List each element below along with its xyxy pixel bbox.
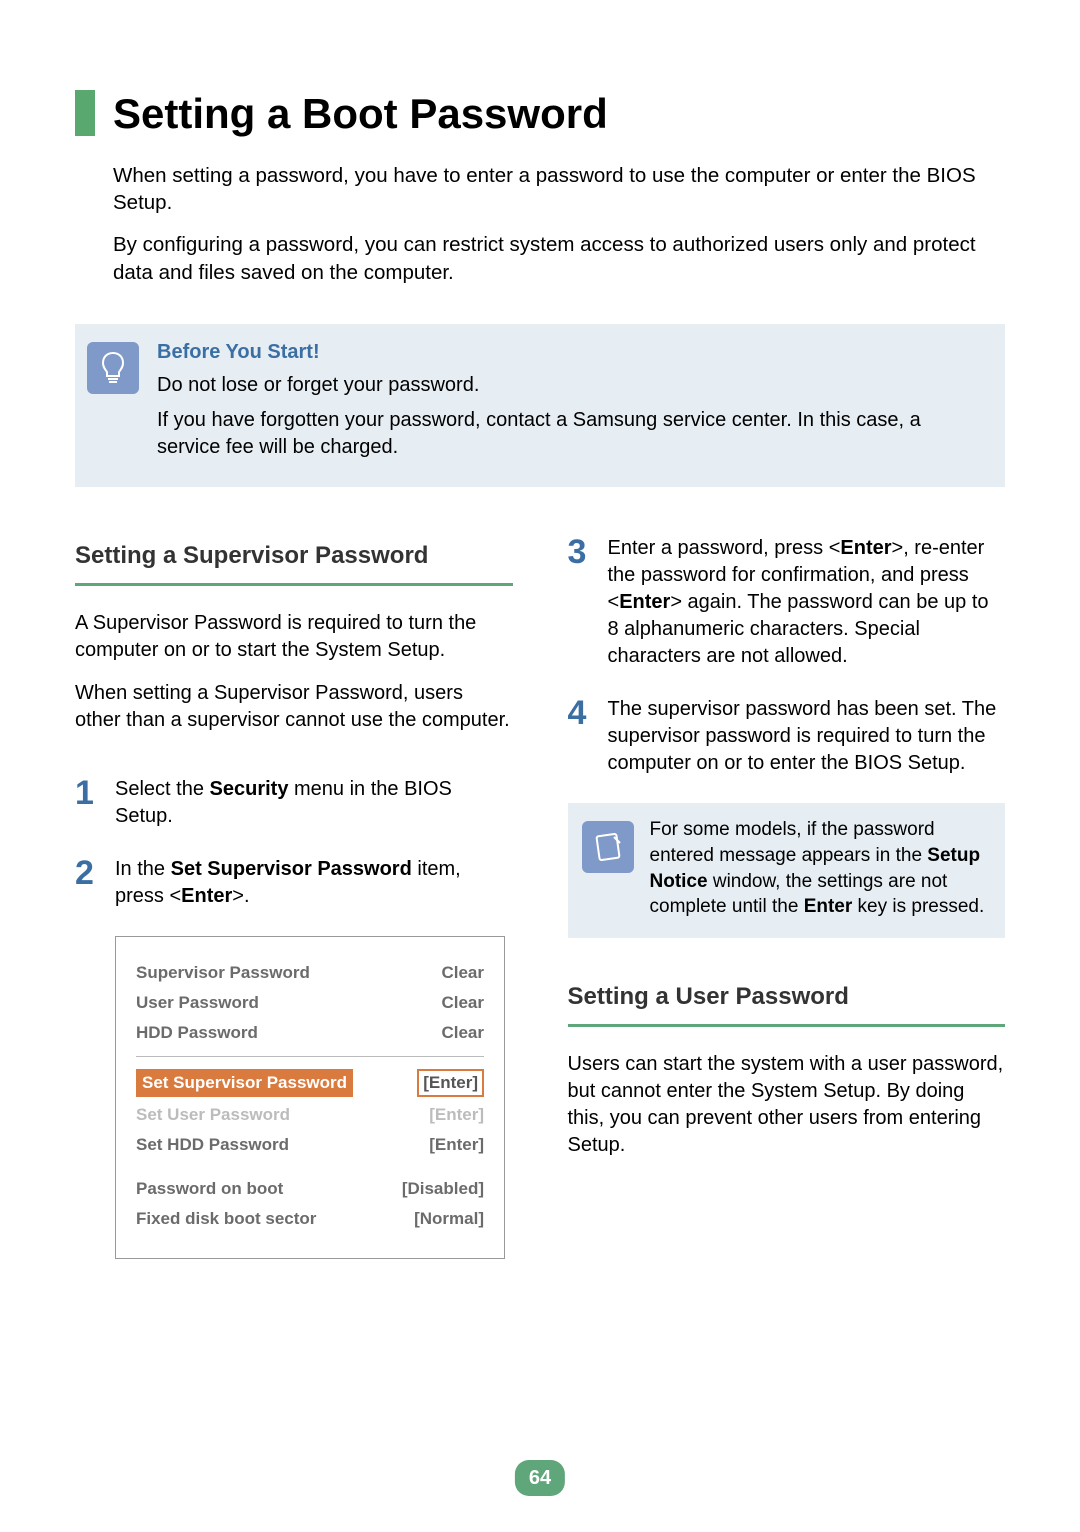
step-4: 4 The supervisor password has been set. … [568, 696, 1006, 777]
page-title: Setting a Boot Password [113, 85, 608, 144]
title-row: Setting a Boot Password [75, 85, 1005, 144]
note-icon [582, 821, 634, 873]
content-columns: Setting a Supervisor Password A Supervis… [75, 539, 1005, 1259]
intro-section: When setting a password, you have to ent… [75, 162, 1005, 287]
step-1: 1 Select the Security menu in the BIOS S… [75, 776, 513, 830]
step-number-4: 4 [568, 696, 594, 777]
callout-p2: If you have forgotten your password, con… [157, 407, 987, 461]
intro-paragraph-2: By configuring a password, you can restr… [113, 231, 1005, 286]
callout-p1: Do not lose or forget your password. [157, 372, 987, 399]
left-column: Setting a Supervisor Password A Supervis… [75, 539, 513, 1259]
step-3: 3 Enter a password, press <Enter>, re-en… [568, 535, 1006, 670]
step-2: 2 In the Set Supervisor Password item, p… [75, 856, 513, 910]
setup-notice-note: For some models, if the password entered… [568, 803, 1006, 938]
bios-row-set-hdd: Set HDD Password[Enter] [136, 1133, 484, 1157]
page-number: 64 [515, 1460, 565, 1496]
bios-row-fixed-disk: Fixed disk boot sector[Normal] [136, 1207, 484, 1231]
user-password-p: Users can start the system with a user p… [568, 1051, 1006, 1159]
step-3-text: Enter a password, press <Enter>, re-ente… [608, 535, 1006, 670]
bios-row-hdd: HDD PasswordClear [136, 1021, 484, 1045]
callout-content: Before You Start! Do not lose or forget … [157, 338, 987, 469]
step-number-3: 3 [568, 535, 594, 670]
intro-paragraph-1: When setting a password, you have to ent… [113, 162, 1005, 217]
note-text: For some models, if the password entered… [650, 817, 990, 920]
right-column: 3 Enter a password, press <Enter>, re-en… [568, 539, 1006, 1259]
bios-top-rows: Supervisor PasswordClear User PasswordCl… [136, 961, 484, 1044]
step-number-2: 2 [75, 856, 101, 910]
bios-selected-value: [Enter] [417, 1069, 484, 1097]
bios-security-menu: Supervisor PasswordClear User PasswordCl… [115, 936, 505, 1259]
step-2-text: In the Set Supervisor Password item, pre… [115, 856, 513, 910]
title-accent-bar [75, 90, 95, 136]
before-you-start-callout: Before You Start! Do not lose or forget … [75, 324, 1005, 487]
callout-title: Before You Start! [157, 338, 987, 366]
step-4-text: The supervisor password has been set. Th… [608, 696, 1006, 777]
bios-row-user: User PasswordClear [136, 991, 484, 1015]
bios-row-set-supervisor: Set Supervisor Password [Enter] [136, 1069, 484, 1097]
bios-row-password-on-boot: Password on boot[Disabled] [136, 1177, 484, 1201]
bios-row-set-user: Set User Password[Enter] [136, 1103, 484, 1127]
bios-divider-1 [136, 1056, 484, 1057]
step-1-text: Select the Security menu in the BIOS Set… [115, 776, 513, 830]
supervisor-p2: When setting a Supervisor Password, user… [75, 680, 513, 734]
bios-row-supervisor: Supervisor PasswordClear [136, 961, 484, 985]
user-password-heading: Setting a User Password [568, 980, 1006, 1027]
lightbulb-icon [87, 342, 139, 394]
supervisor-password-heading: Setting a Supervisor Password [75, 539, 513, 586]
bios-selected-label: Set Supervisor Password [136, 1069, 353, 1097]
supervisor-p1: A Supervisor Password is required to tur… [75, 610, 513, 664]
step-number-1: 1 [75, 776, 101, 830]
